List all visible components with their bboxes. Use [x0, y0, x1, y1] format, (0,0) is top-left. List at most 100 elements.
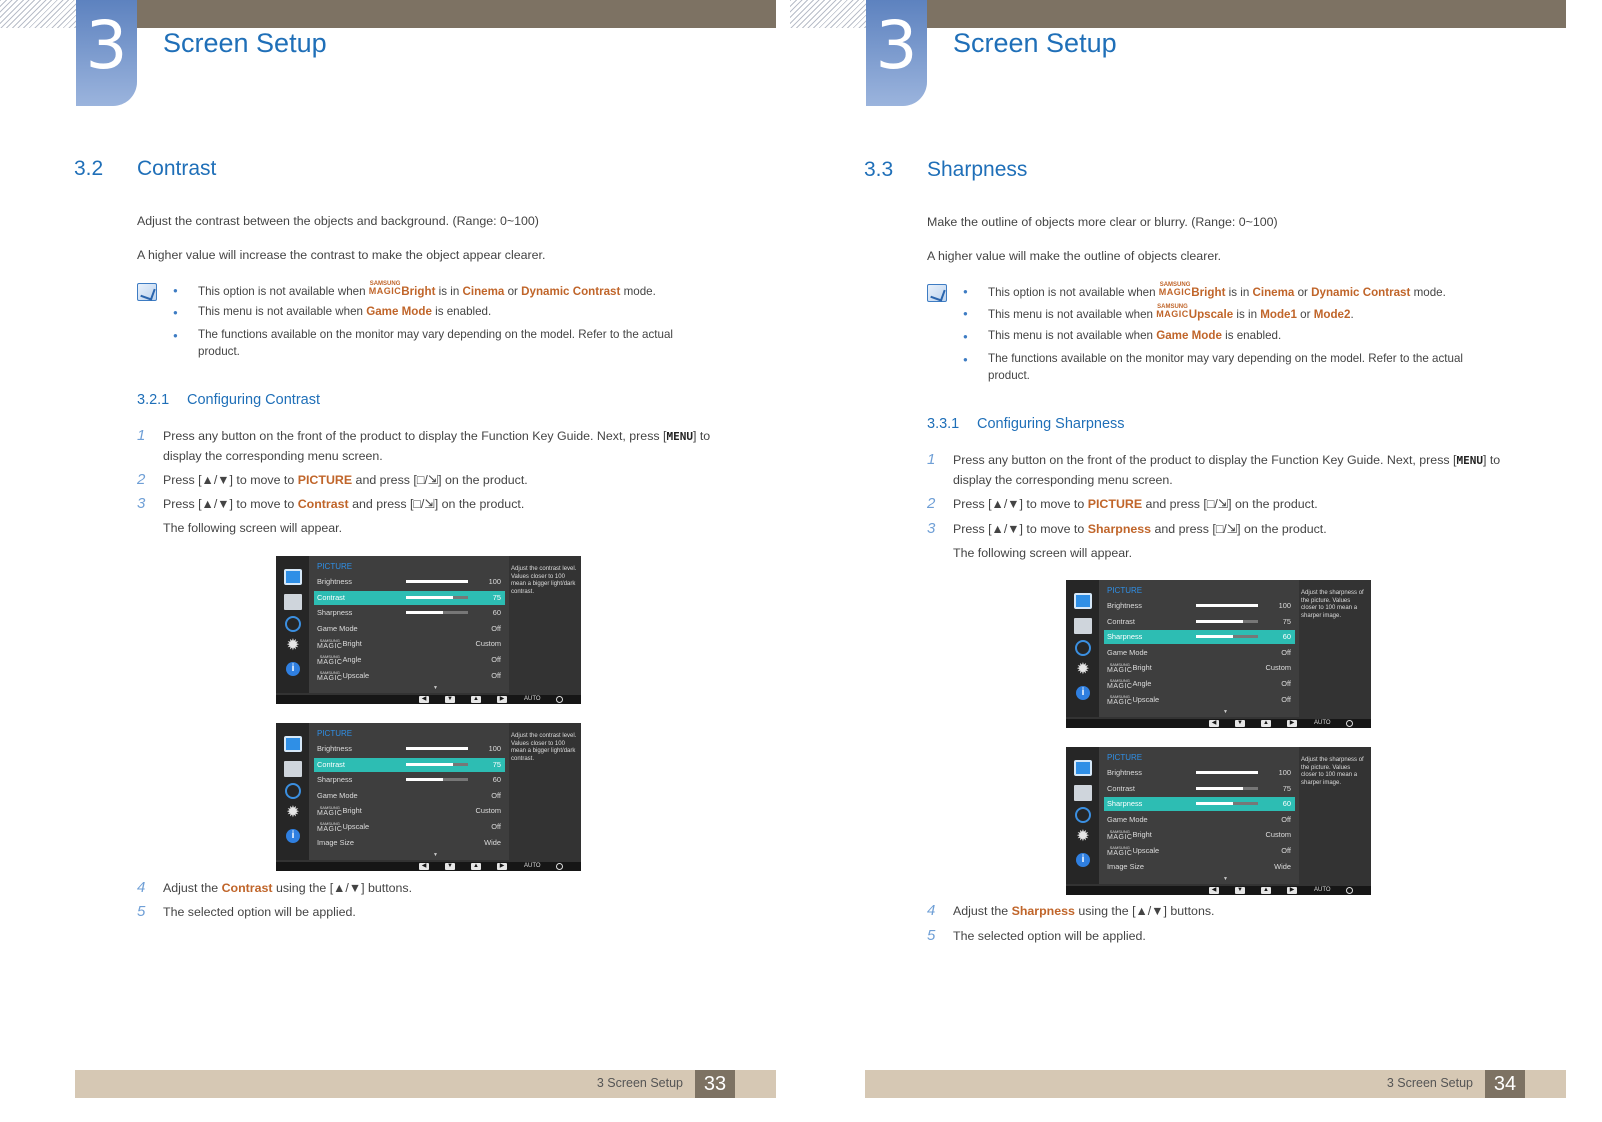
osd-row-value: Off	[491, 670, 501, 680]
osd-menu-row[interactable]: SAMSUNG MAGIC Upscale Off	[314, 669, 505, 683]
osd-slider[interactable]	[1196, 771, 1258, 774]
osd-row-value: 60	[492, 608, 501, 618]
osd-row-value: Off	[1281, 647, 1291, 657]
list-icon[interactable]	[284, 594, 302, 610]
auto-button[interactable]: AUTO	[524, 862, 541, 871]
cycle-icon[interactable]	[1075, 640, 1091, 656]
right-arrow-icon[interactable]: ▶	[497, 696, 507, 703]
osd-slider[interactable]	[1196, 635, 1258, 639]
intro-paragraph: Adjust the contrast between the objects …	[137, 214, 539, 228]
monitor-icon[interactable]	[284, 569, 302, 585]
osd-menu-row[interactable]: Sharpness 60	[1104, 797, 1295, 812]
gear-icon[interactable]: ✹	[1074, 829, 1092, 845]
osd-menu-row[interactable]: SAMSUNG MAGIC Upscale Off	[1104, 844, 1295, 858]
up-arrow-icon[interactable]: ▲	[1261, 720, 1271, 727]
osd-menu-row[interactable]: Image Size Wide	[314, 836, 505, 850]
power-icon[interactable]	[556, 863, 563, 870]
up-arrow-icon[interactable]: ▲	[471, 863, 481, 870]
osd-menu-row[interactable]: Brightness 100	[314, 742, 505, 756]
osd-menu-row[interactable]: Contrast 75	[314, 590, 505, 605]
osd-menu-row[interactable]: SAMSUNG MAGIC Upscale Off	[314, 820, 505, 834]
power-icon[interactable]	[1346, 720, 1353, 727]
note-icon	[927, 284, 947, 302]
step-number: 2	[137, 471, 146, 488]
osd-sidebar: ✹ i	[1066, 747, 1099, 884]
header-hatch	[790, 0, 866, 28]
bullet: ●	[173, 286, 178, 295]
list-icon[interactable]	[284, 761, 302, 777]
auto-button[interactable]: AUTO	[1314, 886, 1331, 895]
osd-slider[interactable]	[1196, 604, 1258, 607]
osd-menu-row[interactable]: Image Size Wide	[1104, 860, 1295, 874]
info-icon[interactable]: i	[1076, 686, 1090, 700]
cycle-icon[interactable]	[285, 783, 301, 799]
auto-button[interactable]: AUTO	[1314, 719, 1331, 728]
list-icon[interactable]	[1074, 785, 1092, 801]
osd-menu-row[interactable]: Brightness 100	[1104, 599, 1295, 613]
osd-menu-row[interactable]: Contrast 75	[1104, 615, 1295, 629]
monitor-icon[interactable]	[1074, 760, 1092, 776]
osd-slider[interactable]	[406, 611, 468, 615]
osd-menu-row[interactable]: SAMSUNG MAGIC Bright Custom	[314, 804, 505, 818]
osd-menu-row[interactable]: Sharpness 60	[1104, 630, 1295, 645]
bullet: ●	[173, 308, 178, 317]
monitor-icon[interactable]	[1074, 593, 1092, 609]
osd-slider[interactable]	[406, 595, 468, 599]
osd-sidebar: ✹ i	[1066, 580, 1099, 717]
right-arrow-icon[interactable]: ▶	[1287, 720, 1297, 727]
osd-menu-row[interactable]: Game Mode Off	[314, 789, 505, 803]
power-icon[interactable]	[1346, 887, 1353, 894]
osd-menu-row[interactable]: SAMSUNG MAGIC Angle Off	[1104, 677, 1295, 691]
power-icon[interactable]	[556, 696, 563, 703]
info-icon[interactable]: i	[1076, 853, 1090, 867]
down-arrow-icon[interactable]: ▼	[445, 696, 455, 703]
osd-row-value: Wide	[484, 837, 501, 847]
osd-menu-row[interactable]: Brightness 100	[314, 575, 505, 589]
list-icon[interactable]	[1074, 618, 1092, 634]
osd-menu-row[interactable]: Sharpness 60	[314, 773, 505, 787]
right-arrow-icon[interactable]: ▶	[1287, 887, 1297, 894]
osd-slider[interactable]	[1196, 619, 1258, 623]
down-arrow-icon[interactable]: ▼	[1235, 887, 1245, 894]
info-icon[interactable]: i	[286, 829, 300, 843]
osd-menu-row[interactable]: SAMSUNG MAGIC Bright Custom	[1104, 661, 1295, 675]
osd-menu-row[interactable]: Game Mode Off	[1104, 813, 1295, 827]
cycle-icon[interactable]	[1075, 807, 1091, 823]
osd-menu-row[interactable]: SAMSUNG MAGIC Upscale Off	[1104, 693, 1295, 707]
gear-icon[interactable]: ✹	[284, 638, 302, 654]
osd-slider[interactable]	[1196, 802, 1258, 806]
osd-menu-row[interactable]: Contrast 75	[314, 757, 505, 772]
left-arrow-icon[interactable]: ◀	[419, 696, 429, 703]
down-arrow-icon[interactable]: ▼	[445, 863, 455, 870]
osd-row-value: Off	[1281, 846, 1291, 855]
cycle-icon[interactable]	[285, 616, 301, 632]
right-arrow-icon[interactable]: ▶	[497, 863, 507, 870]
osd-menu-row[interactable]: SAMSUNG MAGIC Angle Off	[314, 653, 505, 667]
left-arrow-icon[interactable]: ◀	[419, 863, 429, 870]
osd-menu-row[interactable]: SAMSUNG MAGIC Bright Custom	[1104, 828, 1295, 842]
up-arrow-icon[interactable]: ▲	[1261, 887, 1271, 894]
monitor-icon[interactable]	[284, 736, 302, 752]
osd-slider[interactable]	[406, 580, 468, 583]
gear-icon[interactable]: ✹	[284, 805, 302, 821]
gear-icon[interactable]: ✹	[1074, 662, 1092, 678]
subsection-title: Configuring Contrast	[187, 392, 320, 408]
auto-button[interactable]: AUTO	[524, 695, 541, 704]
osd-menu-row[interactable]: Contrast 75	[1104, 782, 1295, 796]
down-arrow-icon[interactable]: ▼	[1235, 720, 1245, 727]
left-arrow-icon[interactable]: ◀	[1209, 887, 1219, 894]
up-arrow-icon[interactable]: ▲	[471, 696, 481, 703]
left-arrow-icon[interactable]: ◀	[1209, 720, 1219, 727]
osd-menu-row[interactable]: SAMSUNG MAGIC Bright Custom	[314, 637, 505, 651]
osd-slider[interactable]	[1196, 786, 1258, 790]
osd-slider[interactable]	[406, 778, 468, 782]
osd-slider[interactable]	[406, 762, 468, 766]
osd-menu-row[interactable]: Sharpness 60	[314, 606, 505, 620]
osd-row-label: Game Mode	[317, 623, 358, 633]
osd-menu-row[interactable]: Game Mode Off	[314, 622, 505, 636]
osd-menu-row[interactable]: Game Mode Off	[1104, 646, 1295, 660]
osd-row-label: SAMSUNG MAGIC Angle	[317, 654, 362, 667]
osd-menu-row[interactable]: Brightness 100	[1104, 766, 1295, 780]
osd-slider[interactable]	[406, 747, 468, 750]
info-icon[interactable]: i	[286, 662, 300, 676]
